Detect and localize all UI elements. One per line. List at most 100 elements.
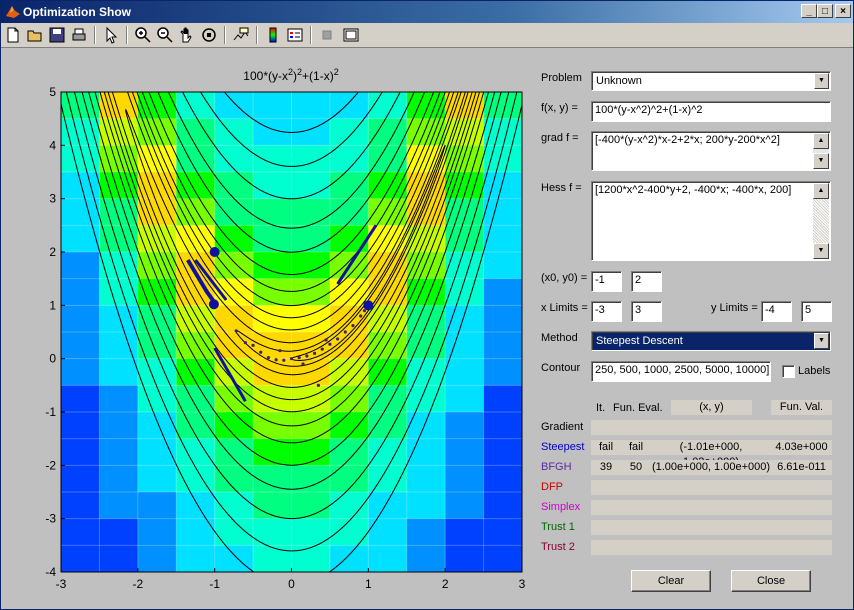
heatmap-cell	[406, 545, 446, 572]
bfgs-iterate-marker	[301, 362, 305, 366]
heatmap-cell	[137, 518, 177, 546]
heatmap-cell	[176, 518, 216, 546]
heatmap-cell	[253, 305, 293, 333]
close-button[interactable]: Close	[731, 570, 811, 592]
heatmap-cell	[483, 545, 522, 572]
bfgs-end-marker	[363, 300, 374, 311]
heatmap-cell	[61, 545, 101, 572]
hess-label: Hess f =	[541, 182, 582, 194]
heatmap-cell	[253, 332, 293, 360]
problem-select-value: Unknown	[596, 75, 642, 87]
bfgs-iterate-marker	[336, 337, 340, 341]
heatmap-cell	[483, 358, 522, 386]
method-select[interactable]: Steepest Descent ▼	[591, 331, 831, 351]
grad-scrollbar[interactable]: ▲ ▼	[813, 133, 829, 169]
contour-label: Contour	[541, 362, 581, 374]
open-folder-icon[interactable]	[25, 25, 45, 45]
contour-plot[interactable]: -3 -2 -1 0 1 2 3543210-1-2-3-4	[1, 81, 531, 601]
heatmap-cell	[176, 465, 216, 493]
labels-checkbox[interactable]	[782, 365, 795, 378]
heatmap-cell	[329, 172, 369, 200]
x-tick-label: -2	[132, 577, 143, 591]
bfgs-iterate-marker	[362, 309, 367, 313]
save-icon[interactable]	[47, 25, 67, 45]
problem-select[interactable]: Unknown ▼	[591, 71, 831, 91]
scroll-down-icon[interactable]: ▼	[813, 243, 829, 259]
header-feval: Fun. Eval.	[613, 402, 663, 414]
ylim-min-input[interactable]: -4	[761, 301, 792, 322]
result-row-label: Simplex	[541, 501, 581, 513]
data-cursor-icon[interactable]	[231, 25, 251, 45]
heatmap-cell	[176, 385, 216, 413]
header-fval: Fun. Val.	[771, 400, 832, 415]
heatmap-cell	[406, 492, 446, 520]
xlim-label: x Limits =	[541, 302, 588, 314]
legend-icon[interactable]	[285, 25, 305, 45]
scroll-up-icon[interactable]: ▲	[813, 183, 829, 199]
steepest-end-marker	[208, 299, 219, 310]
result-cell-fval	[771, 420, 832, 435]
new-file-icon[interactable]	[3, 25, 23, 45]
heatmap-cell	[445, 518, 485, 546]
heatmap-cell	[99, 465, 139, 493]
heatmap-cell	[483, 145, 522, 173]
maximize-button[interactable]: □	[817, 4, 833, 18]
f-label: f(x, y) =	[541, 102, 578, 114]
xlim-min-input[interactable]: -3	[591, 301, 622, 322]
toolbar-separator	[224, 26, 226, 44]
colorbar-icon[interactable]	[263, 25, 283, 45]
x-tick-label: -1	[209, 577, 220, 591]
minimize-button[interactable]: _	[801, 4, 817, 18]
f-input[interactable]: 100*(y-x^2)^2+(1-x)^2	[591, 101, 831, 122]
heatmap-cell	[99, 385, 139, 413]
heatmap-cell	[99, 305, 139, 333]
x-tick-label: 3	[519, 577, 526, 591]
heatmap-cell	[483, 252, 522, 280]
toolbar-separator	[256, 26, 258, 44]
grad-input[interactable]: [-400*(y-x^2)*x-2+2*x; 200*y-200*x^2] ▲ ▼	[591, 131, 831, 171]
ylim-max-input[interactable]: 5	[801, 301, 832, 322]
heatmap-cell	[406, 358, 446, 386]
heatmap-cell	[368, 545, 408, 572]
xlim-max-input[interactable]: 3	[631, 301, 662, 322]
x-tick-label: 0	[288, 577, 295, 591]
hess-input[interactable]: [1200*x^2-400*y+2, -400*x; -400*x, 200] …	[591, 181, 831, 261]
bfgs-iterate-marker	[243, 341, 247, 345]
heatmap-cell	[253, 518, 293, 546]
heatmap-cell	[483, 278, 522, 306]
heatmap-cell	[445, 278, 485, 306]
x0-input[interactable]: -1	[591, 271, 622, 292]
header-xy: (x, y)	[671, 400, 752, 415]
hide-plot-tools-icon[interactable]	[317, 25, 337, 45]
bfgs-iterate-marker	[351, 324, 355, 328]
show-plot-tools-icon[interactable]	[341, 25, 361, 45]
scroll-up-icon[interactable]: ▲	[813, 133, 829, 149]
header-it: It.	[596, 402, 606, 414]
heatmap-cell	[253, 358, 293, 386]
heatmap-cell	[176, 545, 216, 572]
heatmap-cell	[406, 518, 446, 546]
chevron-down-icon: ▼	[814, 333, 829, 349]
bfgs-iterate-marker	[359, 314, 363, 318]
heatmap-cell	[291, 358, 331, 386]
application-window: Optimization Show _ □ × 100*(y-x2)2+(1-x…	[0, 0, 854, 610]
scroll-down-icon[interactable]: ▼	[813, 153, 829, 169]
pointer-icon[interactable]	[101, 25, 121, 45]
zoom-out-icon[interactable]	[155, 25, 175, 45]
heatmap-cell	[483, 118, 522, 146]
x-tick-label: 1	[365, 577, 372, 591]
grad-label: grad f =	[541, 132, 579, 144]
contour-input[interactable]: 250, 500, 1000, 2500, 5000, 10000]	[591, 361, 771, 382]
heatmap-cell	[291, 198, 331, 226]
rotate-3d-icon[interactable]	[199, 25, 219, 45]
bfgs-iterate-marker	[266, 356, 271, 360]
clear-button[interactable]: Clear	[631, 570, 711, 592]
close-window-button[interactable]: ×	[835, 4, 851, 18]
pan-hand-icon[interactable]	[177, 25, 197, 45]
bfgs-iterate-marker	[316, 383, 320, 387]
heatmap-cell	[61, 438, 101, 466]
print-icon[interactable]	[69, 25, 89, 45]
hess-scrollbar[interactable]: ▲ ▼	[813, 183, 829, 259]
y0-input[interactable]: 2	[631, 271, 662, 292]
zoom-in-icon[interactable]	[133, 25, 153, 45]
